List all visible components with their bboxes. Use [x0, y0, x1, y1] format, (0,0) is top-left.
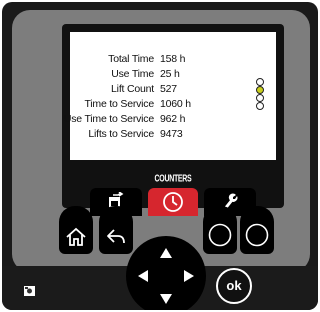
arrow-up-icon: [160, 248, 172, 258]
page-dot: [256, 94, 264, 102]
softkey-right-2[interactable]: [240, 206, 274, 254]
row-value: 962 h: [160, 113, 186, 125]
dpad-arrows: [138, 248, 194, 304]
softkey-right-1[interactable]: [203, 206, 237, 254]
home-button[interactable]: [59, 206, 93, 254]
row-label: Time to Service: [84, 98, 154, 110]
row-lifts-to-service: Lifts to Service 9473: [88, 128, 214, 140]
page-dot: [256, 102, 264, 110]
direction-pad[interactable]: [126, 236, 206, 310]
row-total-time: Total Time 158 h: [108, 53, 214, 65]
device-face: Total Time 158 h Use Time 25 h Lift Count 5…: [12, 10, 310, 272]
row-use-time-to-service: Use Time to Service 962 h: [64, 113, 214, 125]
page-dot-active: [256, 86, 264, 94]
row-time-to-service: Time to Service 1060 h: [84, 98, 214, 110]
row-lift-count: Lift Count 527: [111, 83, 214, 95]
row-value: 1060 h: [160, 98, 191, 110]
row-value: 527: [160, 83, 177, 95]
row-use-time: Use Time 25 h: [111, 68, 214, 80]
row-label: Use Time: [111, 68, 154, 80]
arrow-left-icon: [138, 270, 148, 282]
circle-icon: [245, 223, 269, 247]
row-label: Use Time to Service: [63, 113, 154, 125]
arrow-right-icon: [184, 270, 194, 282]
home-icon: [66, 227, 86, 246]
row-value: 25 h: [160, 68, 180, 80]
row-label: Lifts to Service: [88, 128, 154, 140]
row-label: Lift Count: [111, 83, 154, 95]
page-indicator: [256, 78, 266, 110]
row-value: 9473: [160, 128, 183, 140]
display-content: Total Time 158 h Use Time 25 h Lift Count 5…: [64, 32, 276, 160]
device-bezel: Total Time 158 h Use Time 25 h Lift Count 5…: [2, 2, 318, 310]
clock-icon: [163, 192, 183, 212]
display: Total Time 158 h Use Time 25 h Lift Count 5…: [62, 24, 284, 216]
tab-counters[interactable]: [148, 188, 198, 216]
ok-button[interactable]: ok: [216, 268, 252, 304]
arrow-down-icon: [160, 294, 172, 304]
row-value: 158 h: [160, 53, 186, 65]
circle-icon: [208, 223, 232, 247]
section-title: COUNTERS: [154, 174, 192, 185]
page-dot: [256, 78, 264, 86]
back-icon: [107, 229, 125, 244]
row-label: Total Time: [108, 53, 154, 65]
badge-icon: [24, 286, 35, 296]
